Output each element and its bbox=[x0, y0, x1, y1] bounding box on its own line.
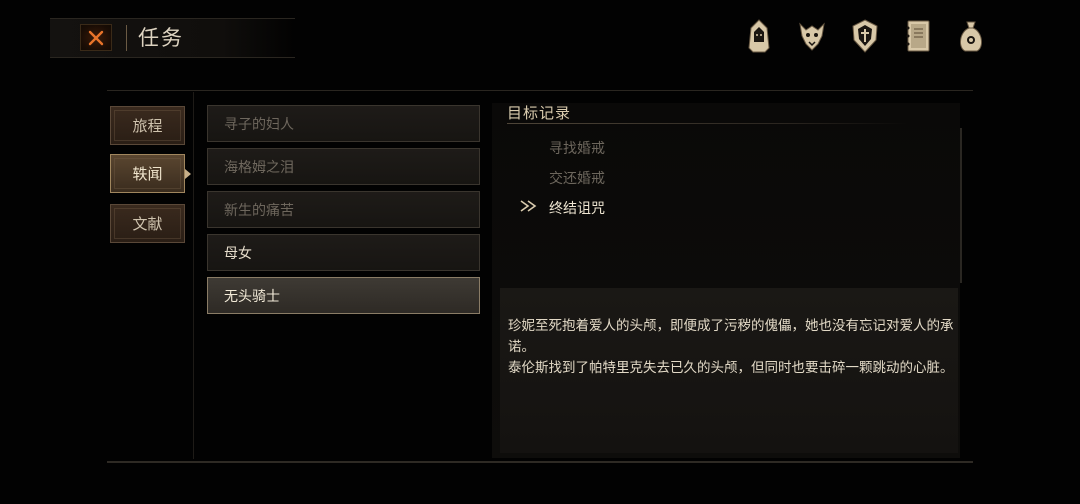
title-divider bbox=[126, 25, 127, 51]
page-title: 任务 bbox=[138, 26, 184, 50]
coin-pouch-icon[interactable] bbox=[954, 17, 988, 55]
quest-label: 海格姆之泪 bbox=[224, 159, 294, 176]
current-objective-arrow-icon bbox=[520, 200, 537, 212]
journal-book-icon[interactable] bbox=[901, 17, 935, 55]
frame-bottom-border bbox=[107, 461, 973, 463]
tab-journey[interactable]: 旅程 bbox=[110, 106, 185, 145]
tab-label: 文献 bbox=[132, 215, 163, 233]
objectives-scrollbar[interactable] bbox=[960, 128, 962, 283]
objective-item: 交还婚戒 bbox=[549, 171, 605, 187]
description-paragraph: 珍妮至死抱着爱人的头颅，即便成了污秽的傀儡，她也没有忘记对爱人的承诺。 bbox=[508, 318, 954, 355]
quest-label: 母女 bbox=[224, 245, 252, 262]
quest-description: 珍妮至死抱着爱人的头颅，即便成了污秽的傀儡，她也没有忘记对爱人的承诺。 泰伦斯找… bbox=[508, 316, 956, 379]
quest-item-selected[interactable]: 无头骑士 bbox=[207, 277, 480, 314]
active-tab-caret-icon bbox=[185, 169, 191, 179]
objective-item: 寻找婚戒 bbox=[549, 141, 605, 157]
close-x-icon bbox=[88, 30, 104, 45]
quest-label: 新生的痛苦 bbox=[224, 202, 294, 219]
tab-label: 旅程 bbox=[132, 117, 163, 135]
quest-screen: 任务 旅程 轶闻 文献 寻子的妇人 海格姆之泪 新生的痛苦 母女 无头骑士 目标… bbox=[0, 0, 1080, 504]
close-button[interactable] bbox=[80, 24, 112, 51]
hooded-figure-icon[interactable] bbox=[742, 17, 776, 55]
quest-item[interactable]: 新生的痛苦 bbox=[207, 191, 480, 228]
frame-top-border bbox=[107, 90, 973, 91]
frame-divider bbox=[193, 92, 194, 459]
quest-label: 无头骑士 bbox=[224, 288, 280, 305]
quest-item[interactable]: 寻子的妇人 bbox=[207, 105, 480, 142]
objectives-heading: 目标记录 bbox=[507, 104, 572, 122]
crest-shield-icon[interactable] bbox=[848, 17, 882, 55]
quest-item[interactable]: 海格姆之泪 bbox=[207, 148, 480, 185]
beast-head-icon[interactable] bbox=[795, 17, 829, 55]
tab-label: 轶闻 bbox=[132, 165, 163, 183]
top-nav-icons bbox=[742, 17, 988, 55]
tab-anecdotes[interactable]: 轶闻 bbox=[110, 154, 191, 193]
description-paragraph: 泰伦斯找到了帕特里克失去已久的头颅，但同时也要击碎一颗跳动的心脏。 bbox=[508, 360, 954, 376]
quest-item[interactable]: 母女 bbox=[207, 234, 480, 271]
quest-label: 寻子的妇人 bbox=[224, 116, 294, 133]
tab-documents[interactable]: 文献 bbox=[110, 204, 185, 243]
title-bar: 任务 bbox=[50, 18, 295, 58]
objective-item-current: 终结诅咒 bbox=[549, 201, 605, 217]
objectives-underline bbox=[507, 123, 907, 124]
